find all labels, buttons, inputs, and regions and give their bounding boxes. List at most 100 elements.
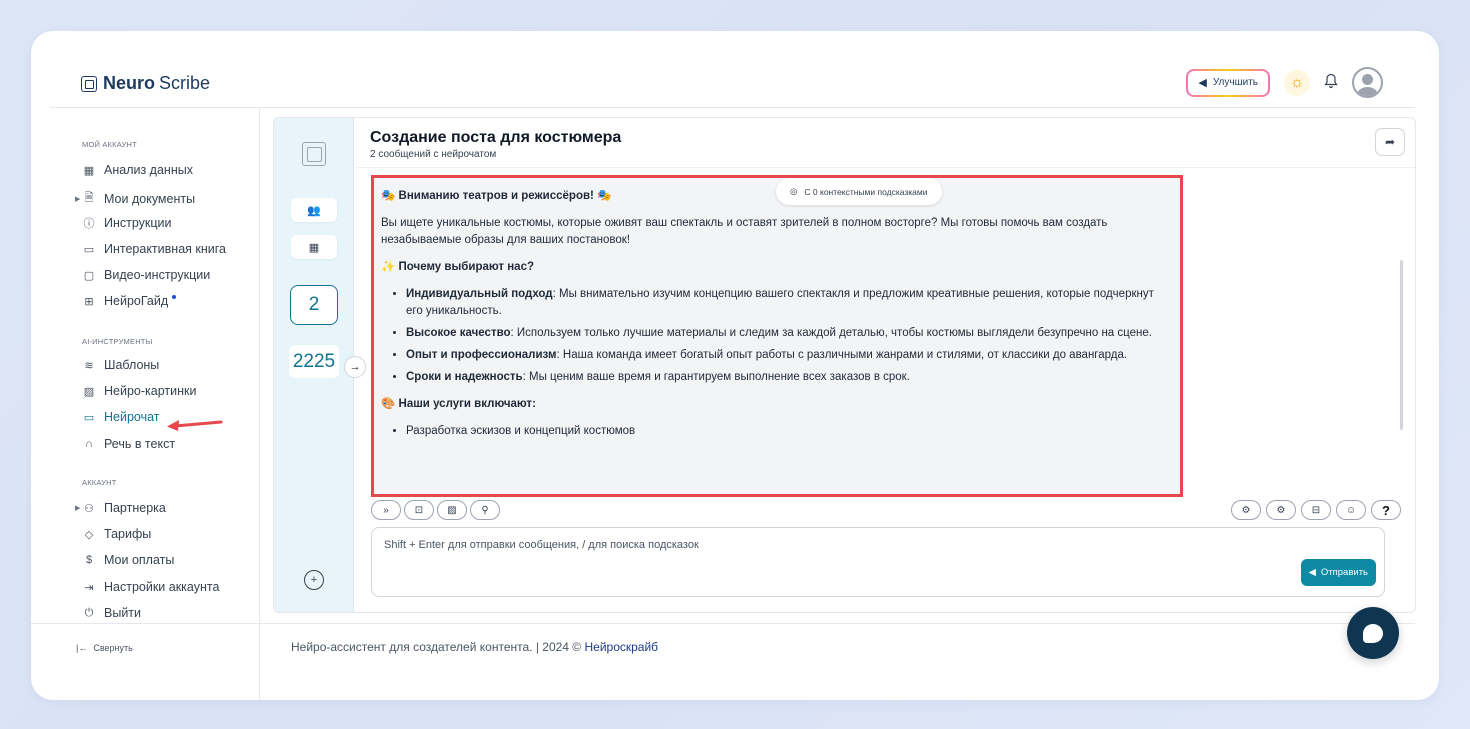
sidebar-item-label: Речь в текст xyxy=(104,437,176,451)
send-icon: ◀ xyxy=(1308,567,1316,578)
message-heading: 🎨 Наши услуги включают: xyxy=(381,398,536,410)
message-scrollbar[interactable] xyxy=(1400,260,1403,430)
footer: Нейро-ассистент для создателей контента.… xyxy=(291,640,658,654)
sidebar-item-neuroguide[interactable]: ⊞ НейроГайд xyxy=(82,294,177,308)
tag-icon: ◇ xyxy=(84,528,94,541)
collapse-label: Свернуть xyxy=(93,643,133,653)
sidebar-item-label: Выйти xyxy=(104,606,142,620)
users-icon: 👥 xyxy=(307,204,321,217)
sidebar: МОЙ АККАУНТ ▦ Анализ данных ▶ 🗎 Мои доку… xyxy=(31,108,259,700)
bot-button[interactable]: ☺ xyxy=(1336,500,1366,520)
chat-subtitle: 2 сообщений с нейрочатом xyxy=(370,149,497,160)
sidebar-item-neurochat[interactable]: ▭ Нейрочат xyxy=(82,410,160,424)
sidebar-item-video-instructions[interactable]: ▢ Видео-инструкции xyxy=(82,268,210,282)
help-circle-icon: ⓘ xyxy=(83,218,95,230)
sidebar-item-label: Партнерка xyxy=(104,501,166,515)
benefits-list: Индивидуальный подход: Мы внимательно из… xyxy=(381,286,1173,386)
app-window: Neuro Scribe ◀ Улучшить ☼ МОЙ АККАУНТ ▦ А… xyxy=(31,31,1439,700)
document-icon: 🗎 xyxy=(84,192,94,204)
share-button[interactable]: ➦ xyxy=(1375,128,1405,156)
footer-link[interactable]: Нейроскрайб xyxy=(584,640,658,654)
avatar[interactable] xyxy=(1352,67,1383,98)
sidebar-item-tariffs[interactable]: ◇ Тарифы xyxy=(82,527,151,541)
chat-title: Создание поста для костюмера xyxy=(370,129,622,146)
add-chat-button[interactable]: + xyxy=(304,570,324,590)
magic-wand-button[interactable]: ⚲ xyxy=(470,500,500,520)
list-item-bold: Опыт и профессионализм xyxy=(406,349,557,361)
sidebar-item-data-analysis[interactable]: ▦ Анализ данных xyxy=(82,163,193,177)
message-paragraph: Вы ищете уникальные костюмы, которые ожи… xyxy=(381,217,1108,246)
header-actions: ◀ Улучшить ☼ xyxy=(1186,67,1383,98)
sidebar-item-partnership[interactable]: ▶ ⚇ Партнерка xyxy=(75,501,166,515)
sidebar-item-my-documents[interactable]: ▶ 🗎 Мои документы xyxy=(75,189,195,208)
theme-toggle-sun-icon[interactable]: ☼ xyxy=(1284,69,1310,96)
annotation-arrow-icon xyxy=(167,420,223,431)
logo-bold: Neuro xyxy=(103,73,156,93)
upload-button[interactable]: ⊡ xyxy=(404,500,434,520)
share-icon: ➦ xyxy=(1384,135,1396,149)
logo[interactable]: Neuro Scribe xyxy=(81,73,210,94)
layout-button[interactable]: ⊟ xyxy=(1301,500,1331,520)
grid-button[interactable]: ▦ xyxy=(291,235,337,259)
sidebar-item-speech-to-text[interactable]: ∩ Речь в текст xyxy=(82,437,175,451)
upgrade-button[interactable]: ◀ Улучшить xyxy=(1186,69,1270,97)
users-icon: ⚇ xyxy=(84,502,94,515)
send-button[interactable]: ◀ Отправить xyxy=(1300,559,1376,586)
assistant-message: 🎭 Вниманию театров и режиссёров! 🎭 Вы ищ… xyxy=(381,188,1173,440)
sidebar-item-account-settings[interactable]: ⇥ Настройки аккаунта xyxy=(82,580,219,594)
token-counter: 2225 xyxy=(289,345,339,378)
sidebar-item-neuro-images[interactable]: ▨ Нейро-картинки xyxy=(82,384,197,398)
plugin-button[interactable]: ⚙ xyxy=(1231,500,1261,520)
question-icon: ? xyxy=(1382,502,1390,518)
sidebar-item-my-payments[interactable]: $ Мои оплаты xyxy=(82,553,174,567)
layers-icon: ≋ xyxy=(84,359,94,372)
list-item: Сроки и надежность: Мы ценим ваше время … xyxy=(406,369,1173,386)
caret-right-icon: ▶ xyxy=(75,505,81,512)
sidebar-item-label: Нейрочат xyxy=(104,410,160,424)
footer-text: Нейро-ассистент для создателей контента.… xyxy=(291,640,585,654)
message-input[interactable] xyxy=(372,528,1384,596)
power-icon: ⏻ xyxy=(84,606,94,619)
settings-button[interactable]: ⚙ xyxy=(1266,500,1296,520)
services-list: Разработка эскизов и концепций костюмов xyxy=(381,423,1173,440)
layout-icon: ⊞ xyxy=(84,295,94,308)
context-hints-pill[interactable]: ◎ С 0 контекстными подсказками xyxy=(776,178,942,205)
chevrons-down-icon: » xyxy=(383,504,389,516)
puzzle-icon: ⚙ xyxy=(1241,504,1251,516)
chat-panel: 👥 ▦ 2 2225 + → Создание поста для костюм… xyxy=(273,117,1416,613)
help-button[interactable]: ? xyxy=(1371,500,1401,520)
image-icon: ▨ xyxy=(83,385,95,398)
sidebar-footer-divider xyxy=(31,623,259,624)
collapse-chevrons-button[interactable]: » xyxy=(371,500,401,520)
sidebar-item-interactive-book[interactable]: ▭ Интерактивная книга xyxy=(82,242,226,256)
list-item-text: : Мы ценим ваше время и гарантируем выпо… xyxy=(522,371,910,383)
logo-icon xyxy=(81,75,97,92)
expand-arrow-icon[interactable]: → xyxy=(344,356,366,378)
support-chat-button[interactable] xyxy=(1347,607,1399,659)
chat-rail: 👥 ▦ 2 2225 + xyxy=(274,118,354,612)
toolbar-right: ⚙ ⚙ ⊟ ☺ ? xyxy=(1231,500,1401,520)
caret-right-icon: ▶ xyxy=(75,195,81,203)
sidebar-item-instructions[interactable]: ⓘ Инструкции xyxy=(82,215,172,231)
sidebar-item-templates[interactable]: ≋ Шаблоны xyxy=(82,358,159,372)
upgrade-label: Улучшить xyxy=(1212,77,1258,88)
list-item-bold: Высокое качество xyxy=(406,327,511,339)
message-heading: ✨ Почему выбирают нас? xyxy=(381,261,534,273)
grid-icon: ▦ xyxy=(308,241,320,254)
logo-regular: Scribe xyxy=(159,73,211,93)
headphones-icon: ∩ xyxy=(85,438,93,450)
video-icon: ▢ xyxy=(83,269,95,282)
image-button[interactable]: ▨ xyxy=(437,500,467,520)
list-item: Индивидуальный подход: Мы внимательно из… xyxy=(406,286,1173,320)
sidebar-section-account: АККАУНТ xyxy=(82,478,117,487)
users-button[interactable]: 👥 xyxy=(291,198,337,222)
new-badge-dot xyxy=(172,295,177,299)
sidebar-item-label: Настройки аккаунта xyxy=(104,580,220,594)
sidebar-item-logout[interactable]: ⏻ Выйти xyxy=(82,606,141,620)
hint-icon: ◎ xyxy=(790,186,798,196)
collapse-sidebar-button[interactable]: |← Свернуть xyxy=(76,643,133,653)
sidebar-item-label: Инструкции xyxy=(104,216,172,230)
bell-icon[interactable] xyxy=(1324,73,1338,93)
sidebar-item-label: Тарифы xyxy=(104,527,152,541)
gear-icon: ⚙ xyxy=(1276,504,1286,516)
